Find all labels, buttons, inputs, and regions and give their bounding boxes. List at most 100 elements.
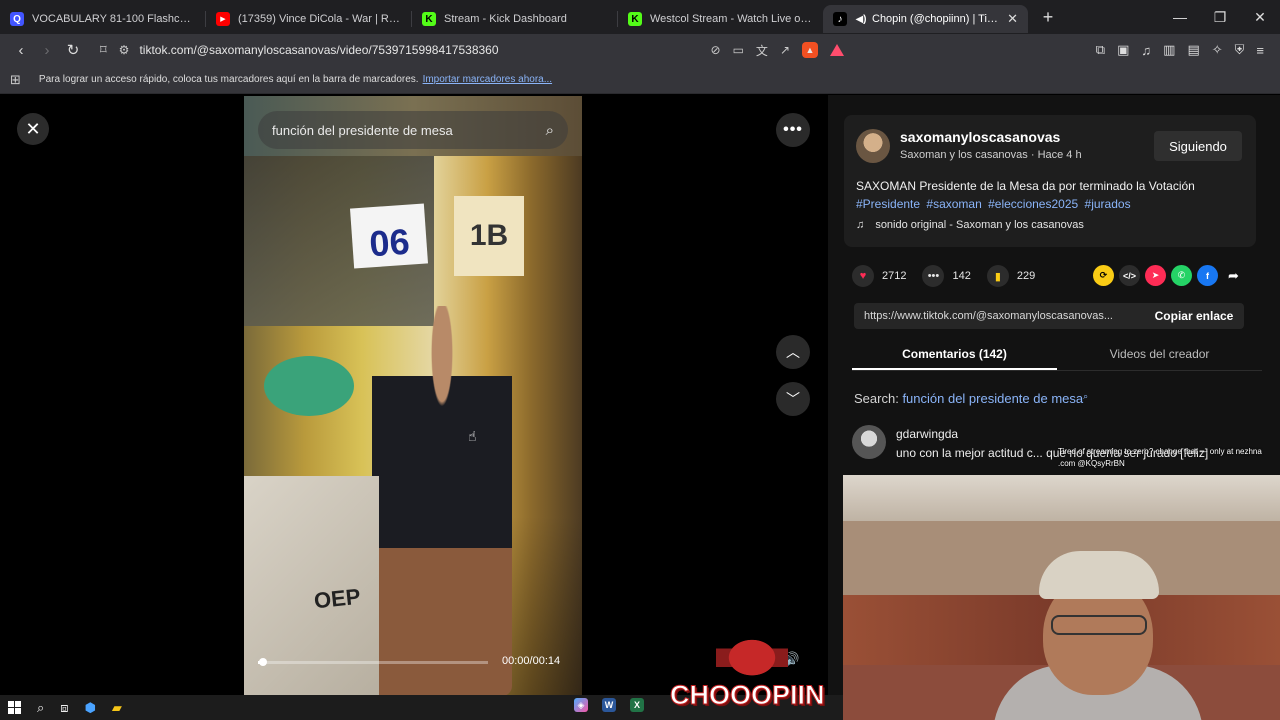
task-view-icon[interactable]: ⧈ (60, 700, 68, 716)
search-query-link[interactable]: función del presidente de mesa (902, 391, 1083, 406)
excel-icon[interactable]: X (630, 698, 644, 712)
browser-toolbar: ‹ › ↻ ⌑ ⚙ tiktok.com/@saxomanyloscasanov… (0, 34, 1280, 66)
windows-start-icon[interactable] (8, 701, 21, 714)
save-button[interactable]: ▮ 229 (986, 265, 1035, 287)
bookmark-icon: ▮ (986, 265, 1009, 287)
hashtag[interactable]: #elecciones2025 (988, 197, 1078, 211)
share-icon[interactable]: ↗ (780, 43, 790, 57)
creator-username[interactable]: saxomanyloscasanovas (900, 129, 1060, 145)
tab-youtube[interactable]: ▶ (17359) Vince DiCola - War | Rocky IV (206, 5, 411, 33)
send-icon[interactable]: ➤ (1145, 265, 1166, 286)
vpn-icon[interactable]: ⛨ (1235, 42, 1245, 58)
bookmark-icon[interactable]: ⌑ (100, 42, 107, 58)
comment-count: 142 (952, 270, 971, 282)
site-info-icon[interactable]: ⚙ (119, 43, 130, 57)
repost-icon[interactable]: ⟳ (1093, 265, 1114, 286)
url-text[interactable]: tiktok.com/@saxomanyloscasanovas/video/7… (139, 43, 498, 57)
brave-shield-icon[interactable]: ▲ (802, 42, 818, 58)
more-options-button[interactable]: ••• (776, 113, 810, 147)
cast-icon[interactable]: ▭ (733, 43, 744, 57)
search-icon[interactable]: ⌕ (546, 122, 554, 139)
maximize-icon[interactable]: ❐ (1200, 0, 1240, 34)
embed-icon[interactable]: </> (1119, 265, 1140, 286)
creator-meta: Saxoman y los casanovas · Hace 4 h (900, 149, 1082, 161)
taskbar-pinned-apps: ◈ W X (574, 698, 644, 712)
back-icon[interactable]: ‹ (8, 37, 34, 63)
sidebar-icon[interactable]: ▥ (1163, 42, 1175, 58)
window-controls: — ❐ ✕ (1160, 0, 1280, 34)
panel-tabs: Comentarios (142) Videos del creador (852, 343, 1262, 371)
minimize-icon[interactable]: — (1160, 0, 1200, 34)
file-explorer-icon[interactable]: ▰ (112, 700, 122, 716)
avatar[interactable] (852, 425, 886, 459)
video-search-bar[interactable]: función del presidente de mesa ⌕ (258, 111, 568, 149)
no-tracking-icon[interactable]: ⊘ (711, 43, 721, 57)
video-progress-bar[interactable] (258, 658, 488, 666)
hashtag[interactable]: #jurados (1085, 197, 1131, 211)
apps-grid-icon[interactable]: ⊞ (10, 72, 21, 88)
tab-tiktok[interactable]: ♪ ◀) Chopin (@chopiinn) | TikTok ✕ (823, 5, 1028, 33)
like-button[interactable]: ♥ 2712 (852, 265, 906, 287)
previous-video-button[interactable]: ︿ (776, 335, 810, 369)
comment-icon: ••• (922, 265, 945, 287)
forward-icon[interactable]: › (34, 37, 60, 63)
comment-username[interactable]: gdarwingda (896, 427, 958, 441)
app-icon[interactable]: ⬢ (85, 700, 96, 716)
facebook-icon[interactable]: f (1197, 265, 1218, 286)
post-info-card: saxomanyloscasanovas Saxoman y los casan… (844, 115, 1256, 247)
audio-playing-icon[interactable]: ◀) (855, 12, 867, 26)
bookmarks-bar: ⊞ Para lograr un acceso rápido, coloca t… (0, 66, 1280, 94)
following-button[interactable]: Siguiendo (1154, 131, 1242, 161)
comment-button[interactable]: ••• 142 (922, 265, 971, 287)
brave-rewards-icon[interactable] (830, 44, 844, 56)
streamer-logo: CHOOOPIIN (670, 680, 826, 711)
video-person (372, 306, 512, 696)
copilot-icon[interactable]: ◈ (574, 698, 588, 712)
extension-icons: ⧉ ▣ ♫ ▥ ▤ ✧ ⛨ ≡ (1096, 42, 1272, 58)
media-icon[interactable]: ♫ (1141, 43, 1151, 58)
search-icon: ⌕ (1083, 391, 1089, 401)
screenshot-icon[interactable]: ▣ (1117, 42, 1129, 58)
word-icon[interactable]: W (602, 698, 616, 712)
copy-link-button[interactable]: Copiar enlace (1144, 309, 1244, 323)
kick-favicon-icon: K (422, 12, 436, 26)
extensions-icon[interactable]: ⧉ (1096, 42, 1105, 58)
streamer-truck-logo-icon (716, 630, 788, 676)
video-mesa-sign: 06 (349, 203, 429, 269)
next-video-button[interactable]: ﹀ (776, 382, 810, 416)
tab-close-icon[interactable]: ✕ (1001, 11, 1018, 27)
hashtag[interactable]: #saxoman (926, 197, 981, 211)
new-tab-button[interactable]: + (1034, 3, 1062, 31)
whatsapp-icon[interactable]: ✆ (1171, 265, 1192, 286)
webcam-overlay (843, 475, 1280, 720)
close-video-button[interactable]: ✕ (17, 113, 49, 145)
tab-label: Chopin (@chopiinn) | TikTok (872, 13, 1002, 25)
progress-handle[interactable] (258, 658, 267, 666)
address-bar[interactable]: ⌑ ⚙ tiktok.com/@saxomanyloscasanovas/vid… (94, 37, 854, 63)
wallet-icon[interactable]: ▤ (1187, 42, 1199, 58)
tab-quizlet[interactable]: Q VOCABULARY 81-100 Flashcards | Qu (0, 5, 205, 33)
sound-link[interactable]: ♫ sonido original - Saxoman y los casano… (856, 219, 1084, 231)
tab-label: Stream - Kick Dashboard (444, 13, 567, 25)
tab-westcol-stream[interactable]: K Westcol Stream - Watch Live on Kick (618, 5, 823, 33)
window-close-icon[interactable]: ✕ (1240, 0, 1280, 34)
browser-tab-bar: Q VOCABULARY 81-100 Flashcards | Qu ▶ (1… (0, 0, 1280, 34)
search-icon[interactable]: ⌕ (37, 700, 44, 716)
avatar[interactable] (856, 129, 890, 163)
stream-ticker-overlay: Tired of streaming to zero? change that … (1058, 447, 1262, 468)
tab-comments[interactable]: Comentarios (142) (852, 343, 1057, 370)
menu-icon[interactable]: ≡ (1256, 43, 1264, 58)
import-bookmarks-link[interactable]: Importar marcadores ahora... (423, 74, 553, 85)
translate-icon[interactable]: 文 (756, 42, 768, 59)
tab-creator-videos[interactable]: Videos del creador (1057, 343, 1262, 370)
tab-kick-dashboard[interactable]: K Stream - Kick Dashboard (412, 5, 617, 33)
video-timecode: 00:00/00:14 (502, 655, 561, 667)
music-note-icon: ♫ (856, 219, 865, 231)
share-link-text[interactable]: https://www.tiktok.com/@saxomanyloscasan… (864, 310, 1140, 322)
share-arrow-icon[interactable]: ➦ (1223, 265, 1244, 286)
kick-favicon-icon: K (628, 12, 642, 26)
video-player[interactable]: 06 1B OEP (244, 96, 582, 696)
hashtag[interactable]: #Presidente (856, 197, 920, 211)
reload-icon[interactable]: ↻ (60, 37, 86, 63)
leo-ai-icon[interactable]: ✧ (1212, 42, 1223, 58)
